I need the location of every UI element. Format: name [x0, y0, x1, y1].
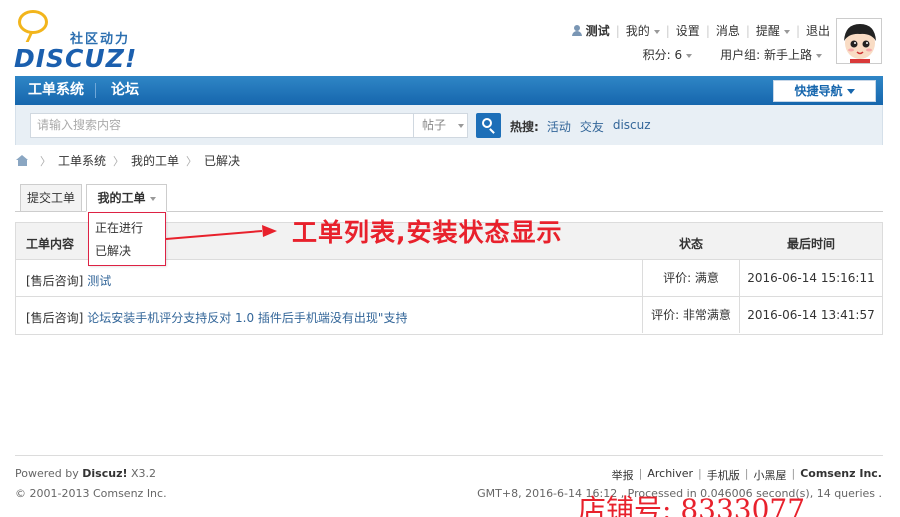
usergroup-link[interactable]: 用户组: 新手上路: [720, 46, 822, 63]
chevron-down-icon: [783, 29, 790, 34]
hot-search-link[interactable]: discuz: [613, 118, 651, 135]
search-button[interactable]: [476, 113, 501, 138]
search-type-select[interactable]: 帖子: [414, 113, 468, 138]
menu-item-resolved[interactable]: 已解决: [89, 240, 165, 263]
footer-link-blacklist[interactable]: 小黑屋: [753, 467, 786, 483]
user-link[interactable]: 测试: [571, 22, 610, 39]
tab-my-tickets[interactable]: 我的工单: [86, 184, 167, 212]
hot-search-label: 热搜:: [510, 120, 539, 134]
search-bar: 请输入搜索内容 帖子 热搜: 活动 交友 discuz: [15, 105, 883, 145]
nav-forum[interactable]: 论坛: [111, 76, 139, 105]
chevron-down-icon: [653, 29, 660, 34]
header: 社区动力 DISCUZ! 测试 | 我的 | 设置 | 消息 | 提醒 | 退出…: [0, 0, 900, 76]
chevron-down-icon: [458, 123, 465, 128]
username: 测试: [585, 24, 610, 38]
annotation-text: 工单列表,安装状态显示: [292, 218, 563, 247]
my-tickets-dropdown: 正在进行 已解决: [88, 212, 166, 266]
ticket-time: 2016-06-14 15:16:11: [747, 271, 875, 285]
quick-nav-button[interactable]: 快捷导航: [773, 80, 876, 102]
footer-powered: Powered by Discuz! X3.2: [15, 467, 157, 480]
ticket-status: 评价: 非常满意: [642, 297, 740, 333]
footer-link-report[interactable]: 举报: [612, 467, 634, 483]
shop-watermark: 店铺号: 8333077: [578, 493, 806, 517]
nav-my[interactable]: 我的: [626, 22, 660, 39]
footer-brand-link[interactable]: Discuz!: [82, 467, 127, 480]
home-icon[interactable]: [16, 155, 29, 166]
breadcrumb: 〉 工单系统 〉 我的工单 〉 已解决: [16, 152, 240, 169]
col-status: 状态: [679, 237, 704, 251]
search-icon: [482, 118, 492, 128]
chevron-down-icon: [149, 196, 156, 201]
chevron-down-icon: [846, 89, 855, 94]
table-row: [售后咨询] 论坛安装手机评分支持反对 1.0 插件后手机端没有出现"支持 评价…: [16, 297, 882, 334]
logo-bubble-icon: [18, 10, 48, 34]
tab-submit-ticket[interactable]: 提交工单: [20, 184, 82, 212]
breadcrumb-item[interactable]: 工单系统: [58, 152, 106, 169]
hot-searches: 热搜: 活动 交友 discuz: [510, 118, 660, 135]
col-time: 最后时间: [787, 237, 836, 251]
nav-settings[interactable]: 设置: [676, 22, 700, 39]
logo-text: DISCUZ!: [14, 44, 138, 73]
nav-ticket-system[interactable]: 工单系统: [28, 76, 84, 105]
menu-item-in-progress[interactable]: 正在进行: [89, 217, 165, 240]
hot-search-link[interactable]: 活动: [547, 118, 571, 135]
breadcrumb-current: 已解决: [204, 154, 241, 168]
nav-notifications[interactable]: 提醒: [756, 22, 790, 39]
breadcrumb-item[interactable]: 我的工单: [131, 152, 179, 169]
footer-link-comsenz[interactable]: Comsenz Inc.: [800, 467, 882, 483]
ticket-title-link[interactable]: 测试: [87, 274, 111, 288]
ticket-category: [售后咨询]: [26, 274, 84, 288]
nav-messages[interactable]: 消息: [716, 22, 740, 39]
chevron-down-icon: [816, 53, 822, 58]
user-nav: 测试 | 我的 | 设置 | 消息 | 提醒 | 退出: [571, 22, 830, 39]
user-icon: [571, 25, 582, 36]
chevron-down-icon: [686, 53, 693, 58]
user-stats: 积分: 6 用户组: 新手上路: [643, 46, 822, 63]
hot-search-link[interactable]: 交友: [580, 118, 604, 135]
footer-link-archiver[interactable]: Archiver: [647, 467, 693, 483]
ticket-title-link[interactable]: 论坛安装手机评分支持反对 1.0 插件后手机端没有出现"支持: [87, 311, 407, 325]
ticket-time: 2016-06-14 13:41:57: [747, 308, 875, 322]
avatar[interactable]: [836, 18, 882, 64]
ticket-category: [售后咨询]: [26, 311, 84, 325]
ticket-status: 评价: 满意: [642, 260, 740, 296]
col-content: 工单内容: [26, 237, 75, 251]
nav-logout[interactable]: 退出: [806, 22, 830, 39]
search-input[interactable]: 请输入搜索内容: [30, 113, 414, 138]
annotation-arrow-icon: [166, 225, 277, 240]
site-logo[interactable]: 社区动力 DISCUZ!: [14, 8, 144, 73]
footer-links: 举报 | Archiver | 手机版 | 小黑屋 | Comsenz Inc.: [611, 467, 882, 483]
footer-copyright: © 2001-2013 Comsenz Inc.: [15, 487, 167, 500]
points-link[interactable]: 积分: 6: [643, 46, 693, 63]
main-navbar: 工单系统 论坛: [15, 76, 883, 105]
footer-link-mobile[interactable]: 手机版: [707, 467, 740, 483]
